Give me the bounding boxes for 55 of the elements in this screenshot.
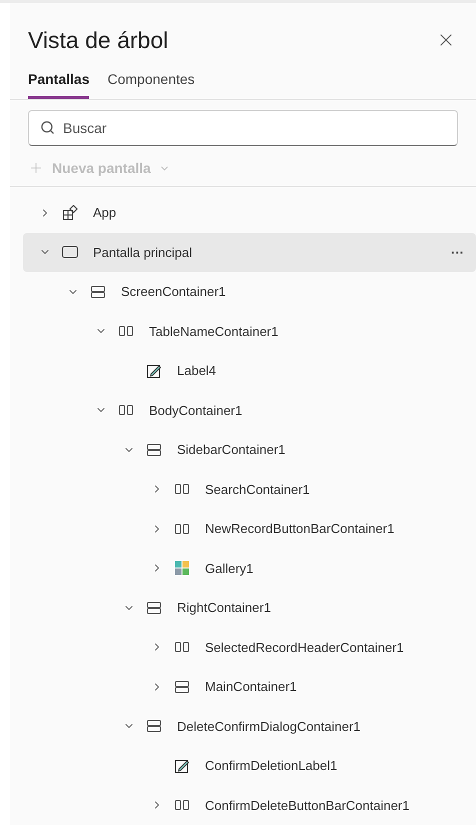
tree-item[interactable]: Label4 bbox=[23, 351, 476, 390]
vertical-container-icon bbox=[146, 600, 162, 615]
tree-item[interactable]: NewRecordButtonBarContainer1 bbox=[23, 509, 476, 548]
tree-item[interactable]: SelectedRecordHeaderContainer1 bbox=[23, 628, 476, 667]
panel-title: Vista de árbol bbox=[28, 26, 168, 54]
vertical-container-icon bbox=[174, 680, 190, 694]
tree-item[interactable]: DeleteConfirmDialogContainer1 bbox=[23, 706, 476, 746]
vertical-container-icon bbox=[146, 719, 162, 734]
tree-item-label: SearchContainer1 bbox=[205, 480, 310, 498]
tree-item-label: NewRecordButtonBarContainer1 bbox=[205, 520, 394, 538]
tree-item-label: SidebarContainer1 bbox=[177, 441, 286, 459]
tree-item-label: Label4 bbox=[177, 362, 216, 380]
tree-item-label: BodyContainer1 bbox=[149, 402, 242, 420]
tree-item[interactable]: Gallery1 bbox=[23, 548, 476, 588]
tree-item[interactable]: App bbox=[23, 193, 476, 232]
tree-item[interactable]: BodyContainer1 bbox=[23, 390, 476, 430]
search-icon bbox=[40, 120, 55, 135]
tree-item[interactable]: RightContainer1 bbox=[23, 588, 476, 628]
tree-item-label: SelectedRecordHeaderContainer1 bbox=[205, 638, 404, 656]
more-options-button[interactable]: ··· bbox=[451, 242, 464, 262]
horizontal-container-icon bbox=[174, 798, 190, 812]
tree-item-label: App bbox=[93, 204, 116, 222]
tree-item[interactable]: Pantalla principal ··· bbox=[23, 232, 476, 272]
tab[interactable]: Pantallas bbox=[28, 69, 90, 99]
plus-icon bbox=[28, 160, 44, 176]
tree-item-label: ConfirmDeleteButtonBarContainer1 bbox=[205, 796, 410, 814]
tree-item[interactable]: ScreenContainer1 bbox=[23, 272, 476, 312]
tree-item[interactable]: SearchContainer1 bbox=[23, 470, 476, 509]
search-field[interactable]: Buscar bbox=[28, 110, 458, 146]
tree-item[interactable]: ConfirmDeletionLabel1 bbox=[23, 746, 476, 786]
vertical-container-icon bbox=[90, 284, 106, 299]
tree-item-label: Gallery1 bbox=[205, 560, 254, 578]
tree-item-label: DeleteConfirmDialogContainer1 bbox=[177, 718, 361, 736]
tab[interactable]: Componentes bbox=[107, 69, 195, 99]
app-icon bbox=[62, 204, 78, 221]
label-edit-icon bbox=[146, 362, 162, 379]
horizontal-container-icon bbox=[174, 640, 190, 654]
tree-item-label: MainContainer1 bbox=[205, 678, 297, 696]
tree-item-label: RightContainer1 bbox=[177, 599, 271, 617]
label-edit-icon bbox=[174, 758, 190, 774]
tree-item-label: Pantalla principal bbox=[93, 244, 192, 262]
tree-item[interactable]: MainContainer1 bbox=[23, 667, 476, 706]
tree-item[interactable]: SidebarContainer1 bbox=[23, 430, 476, 470]
screen-icon bbox=[61, 244, 79, 260]
horizontal-container-icon bbox=[118, 324, 134, 338]
tree-item-label: ScreenContainer1 bbox=[121, 283, 226, 301]
tree-item-label: TableNameContainer1 bbox=[149, 322, 278, 340]
tree-item[interactable]: ConfirmDeleteButtonBarContainer1 bbox=[23, 786, 476, 825]
horizontal-container-icon bbox=[174, 522, 190, 536]
vertical-container-icon bbox=[146, 442, 162, 457]
tree-item[interactable]: TableNameContainer1 bbox=[23, 312, 476, 351]
gallery-icon bbox=[174, 560, 190, 576]
tree-item-label: ConfirmDeletionLabel1 bbox=[205, 757, 338, 775]
horizontal-container-icon bbox=[174, 482, 190, 496]
horizontal-container-icon bbox=[118, 403, 134, 418]
